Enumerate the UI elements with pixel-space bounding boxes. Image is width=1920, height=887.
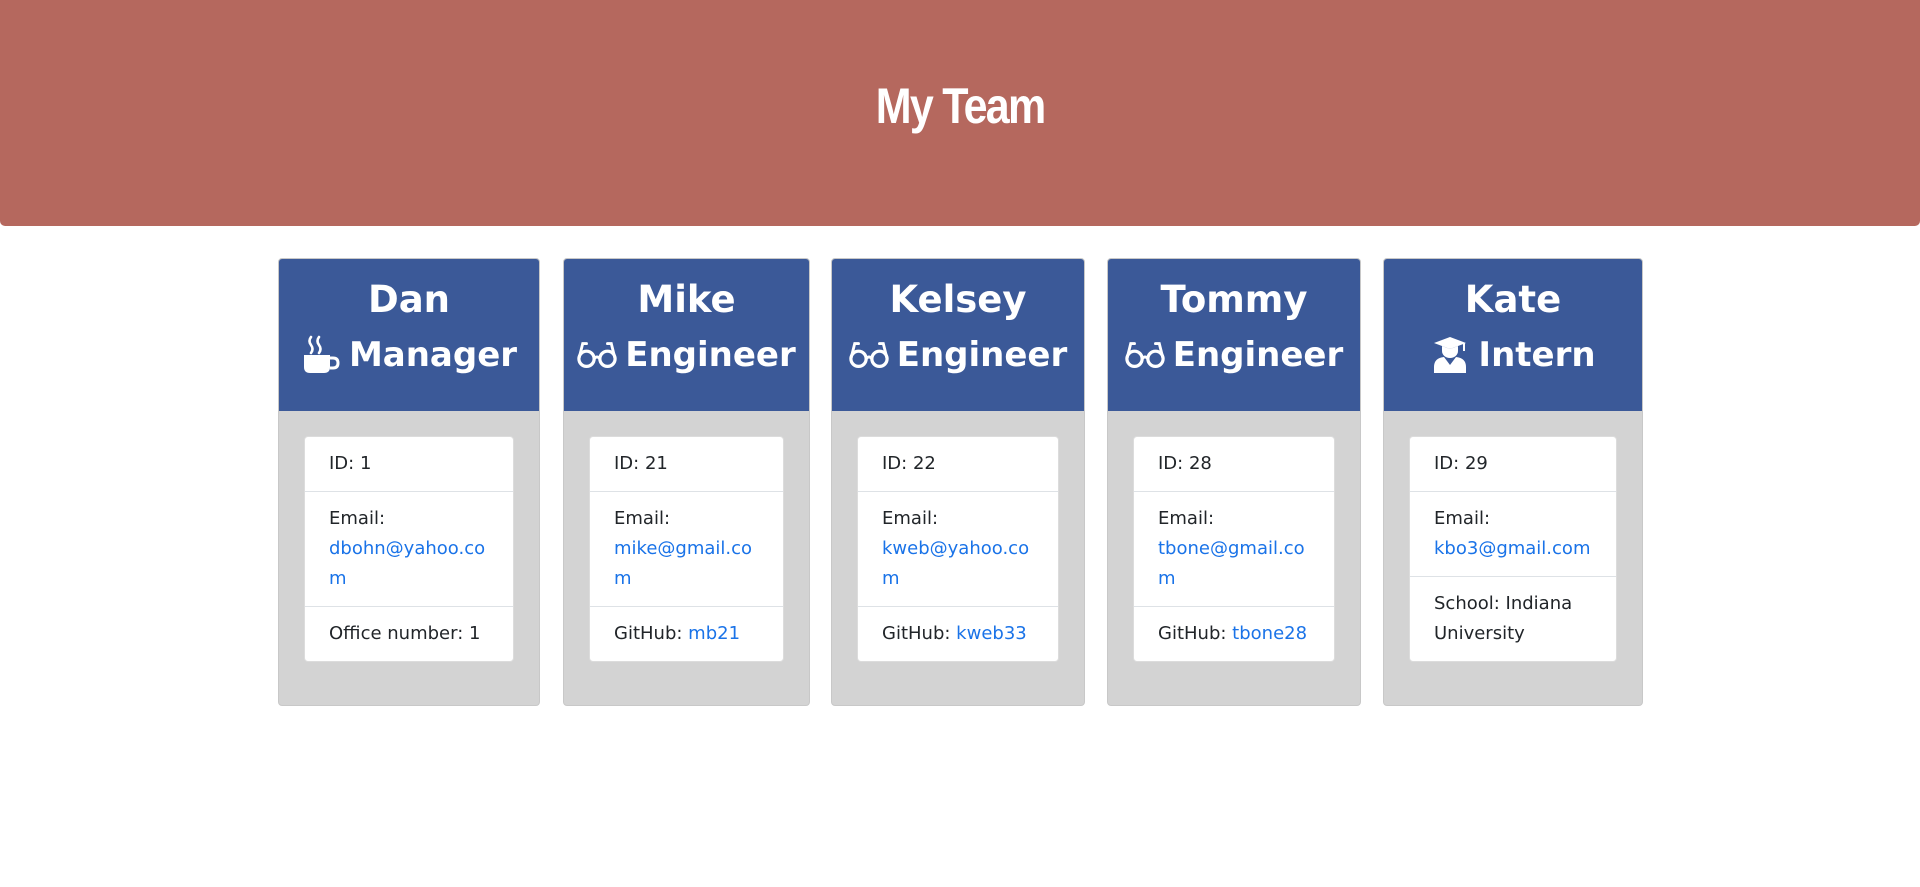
list-item-github: GitHub: tbone28 <box>1134 607 1334 661</box>
page-title: My Team <box>875 78 1047 134</box>
email-label: Email: <box>329 508 386 529</box>
list-item-id: ID: 29 <box>1410 437 1616 492</box>
employee-name: Kate <box>1464 278 1562 321</box>
card-header: Kate Intern <box>1384 259 1642 411</box>
employee-card-intern: Kate Intern ID: 29 Email: kbo3@gmail.com <box>1383 258 1643 706</box>
list-item-id: ID: 1 <box>305 437 513 492</box>
employee-role: Engineer <box>564 333 809 377</box>
list-item-email: Email: dbohn@yahoo.com <box>305 492 513 607</box>
email-link[interactable]: tbone@gmail.com <box>1158 538 1305 589</box>
email-label: Email: <box>614 508 671 529</box>
employee-card-engineer: Tommy Engineer ID: 28 Email: tbone@gmail… <box>1107 258 1361 706</box>
list-item-school: School: Indiana University <box>1410 577 1616 661</box>
school-label: School: Indiana University <box>1434 593 1573 644</box>
employee-card-engineer: Kelsey Engineer ID: 22 Email: kweb@yahoo… <box>831 258 1085 706</box>
employee-info-list: ID: 22 Email: kweb@yahoo.com GitHub: kwe… <box>857 436 1059 662</box>
email-link[interactable]: mike@gmail.com <box>614 538 752 589</box>
employee-name: Kelsey <box>889 278 1027 321</box>
team-container: Dan Manager ID: 1 Email: dbohn@yahoo.com <box>0 258 1920 706</box>
employee-role: Intern <box>1384 333 1642 377</box>
github-link[interactable]: kweb33 <box>956 623 1027 644</box>
employee-name: Mike <box>637 278 736 321</box>
glasses-icon <box>849 335 889 375</box>
github-link[interactable]: mb21 <box>688 623 740 644</box>
list-item-github: GitHub: kweb33 <box>858 607 1058 661</box>
employee-info-list: ID: 1 Email: dbohn@yahoo.com Office numb… <box>304 436 514 662</box>
email-label: Email: <box>882 508 939 529</box>
role-label: Engineer <box>896 335 1068 375</box>
list-item-email: Email: kbo3@gmail.com <box>1410 492 1616 577</box>
list-item-github: GitHub: mb21 <box>590 607 783 661</box>
github-label: GitHub: <box>614 623 689 644</box>
github-label: GitHub: <box>882 623 957 644</box>
glasses-icon <box>1125 335 1165 375</box>
list-item-id: ID: 28 <box>1134 437 1334 492</box>
list-item-id: ID: 22 <box>858 437 1058 492</box>
role-label: Engineer <box>1172 335 1344 375</box>
employee-name: Tommy <box>1160 278 1308 321</box>
card-header: Tommy Engineer <box>1108 259 1360 411</box>
list-item-id: ID: 21 <box>590 437 783 492</box>
employee-card-engineer: Mike Engineer ID: 21 Email: mike@gmail.c… <box>563 258 810 706</box>
employee-role: Manager <box>279 333 539 377</box>
card-header: Dan Manager <box>279 259 539 411</box>
glasses-icon <box>577 335 617 375</box>
mug-hot-icon <box>301 335 341 375</box>
list-item-email: Email: kweb@yahoo.com <box>858 492 1058 607</box>
employee-role: Engineer <box>1108 333 1360 377</box>
employee-name: Dan <box>367 278 451 321</box>
role-label: Intern <box>1478 335 1596 375</box>
email-link[interactable]: kweb@yahoo.com <box>882 538 1029 589</box>
role-label: Engineer <box>625 335 796 375</box>
employee-role: Engineer <box>832 333 1084 377</box>
user-graduate-icon <box>1430 335 1470 375</box>
email-link[interactable]: kbo3@gmail.com <box>1434 538 1590 559</box>
employee-info-list: ID: 29 Email: kbo3@gmail.com School: Ind… <box>1409 436 1617 662</box>
email-label: Email: <box>1434 508 1491 529</box>
list-item-office-number: Office number: 1 <box>305 607 513 661</box>
jumbotron-header: My Team <box>0 0 1920 226</box>
list-item-email: Email: tbone@gmail.com <box>1134 492 1334 607</box>
role-label: Manager <box>348 335 518 375</box>
github-link[interactable]: tbone28 <box>1232 623 1307 644</box>
employee-card-manager: Dan Manager ID: 1 Email: dbohn@yahoo.com <box>278 258 540 706</box>
employee-info-list: ID: 21 Email: mike@gmail.com GitHub: mb2… <box>589 436 784 662</box>
email-link[interactable]: dbohn@yahoo.com <box>329 538 485 589</box>
card-header: Mike Engineer <box>564 259 809 411</box>
github-label: GitHub: <box>1158 623 1233 644</box>
employee-info-list: ID: 28 Email: tbone@gmail.com GitHub: tb… <box>1133 436 1335 662</box>
email-label: Email: <box>1158 508 1215 529</box>
list-item-email: Email: mike@gmail.com <box>590 492 783 607</box>
card-header: Kelsey Engineer <box>832 259 1084 411</box>
office-number-label: Office number: 1 <box>329 623 481 644</box>
